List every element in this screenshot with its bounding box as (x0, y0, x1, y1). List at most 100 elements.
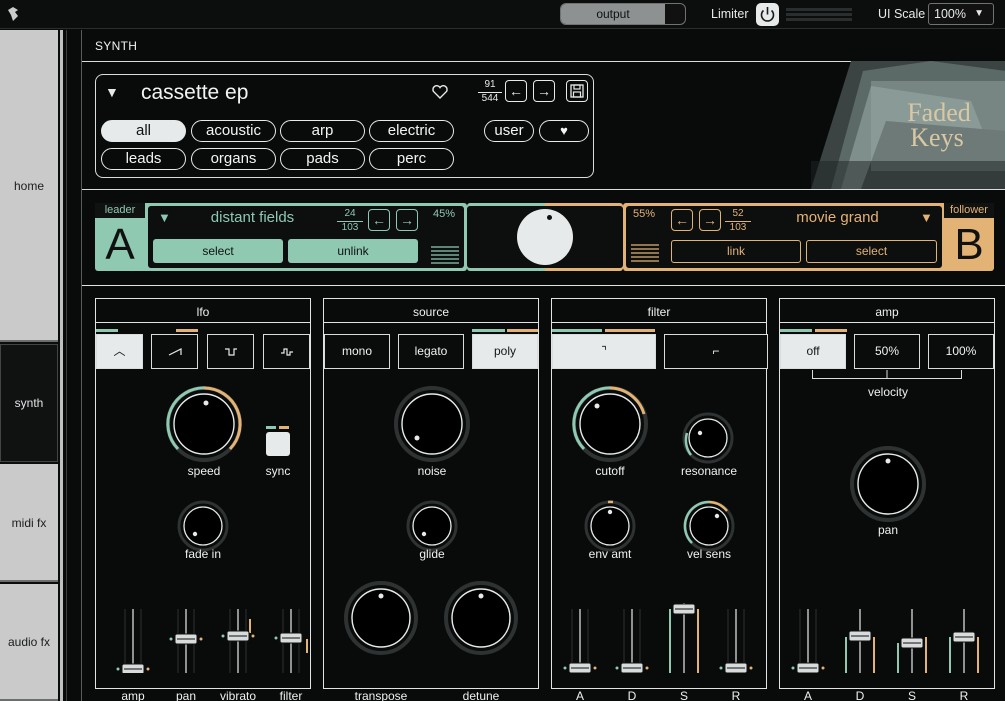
layer-b-indicator (176, 329, 198, 332)
source-legato-button[interactable]: legato (398, 334, 464, 369)
next-preset-button[interactable]: → (533, 80, 555, 102)
highpass-icon: ⌐ (712, 344, 720, 358)
lfo-shape-square-button[interactable] (207, 334, 254, 369)
category-acoustic[interactable]: acoustic (191, 120, 276, 142)
velocity-off-button[interactable]: off (780, 334, 846, 369)
lfo-pan-slider[interactable] (166, 609, 206, 673)
sync-toggle[interactable] (266, 432, 290, 456)
saw-wave-icon (168, 348, 182, 356)
detune-knob[interactable] (442, 579, 520, 657)
amp-pan-knob[interactable] (848, 444, 928, 524)
ui-scale-select[interactable]: 100% ▼ (928, 3, 994, 25)
lfo-vibrato-slider[interactable] (218, 609, 258, 673)
category-all[interactable]: all (101, 120, 186, 142)
divider (780, 322, 994, 323)
layer-a-letter: A (105, 220, 135, 269)
preset-artwork: Faded Keys (811, 61, 1005, 189)
resonance-knob[interactable] (681, 411, 735, 465)
filter-sustain-slider[interactable] (664, 603, 704, 673)
cutoff-knob[interactable] (570, 384, 650, 464)
heart-filled-icon: ♥ (560, 123, 568, 138)
heart-icon[interactable] (431, 84, 449, 100)
layer-a-counter: 24 103 (337, 208, 363, 234)
resonance-label: resonance (680, 464, 738, 478)
sync-indicators (266, 426, 290, 430)
power-icon (760, 7, 775, 22)
save-icon (570, 84, 584, 98)
amp-sustain-slider[interactable] (892, 609, 932, 673)
layer-b-next-button[interactable]: → (699, 209, 721, 231)
prev-preset-button[interactable]: ← (505, 80, 527, 102)
category-pads[interactable]: pads (280, 148, 365, 170)
limiter-meter-left (786, 8, 852, 11)
layer-a-prev-button[interactable]: ← (368, 209, 390, 231)
arrow-left-icon: ← (675, 212, 689, 228)
layer-b-preset-name[interactable]: movie grand (765, 209, 910, 226)
category-arp[interactable]: arp (280, 120, 365, 142)
layer-a-unlink-button[interactable]: unlink (288, 239, 418, 263)
layer-a-indicator (552, 329, 602, 332)
sidebar-item-midi-fx[interactable]: midi fx (0, 464, 58, 582)
preset-name[interactable]: cassette ep (141, 81, 248, 105)
velocity-label: velocity (867, 385, 908, 399)
layer-b-select-button[interactable]: select (806, 240, 937, 263)
sidebar-item-home[interactable]: home (0, 30, 58, 342)
lfo-filter-slider[interactable] (271, 609, 311, 673)
layer-a-next-button[interactable]: → (396, 209, 418, 231)
sidebar-item-synth[interactable]: synth (0, 344, 58, 462)
limiter-power-button[interactable] (756, 3, 779, 26)
amp-release-slider[interactable] (944, 609, 984, 673)
layer-b-menu-triangle-icon[interactable]: ▼ (920, 210, 933, 225)
amp-pan-label: pan (877, 523, 899, 537)
sidebar-rail (60, 30, 63, 701)
artwork-line2: Keys (910, 123, 963, 152)
amp-attack-slider[interactable] (788, 609, 828, 674)
filter-release-slider[interactable] (716, 609, 756, 674)
layer-b-prev-button[interactable]: ← (671, 209, 693, 231)
category-favorites[interactable]: ♥ (539, 120, 589, 142)
filter-decay-slider[interactable] (612, 609, 652, 674)
velocity-50-button[interactable]: 50% (854, 334, 920, 369)
preset-menu-triangle-icon[interactable]: ▼ (105, 84, 119, 100)
category-organs[interactable]: organs (191, 148, 276, 170)
layer-b-tag: follower (944, 203, 994, 218)
env-amt-knob[interactable] (583, 499, 637, 553)
divider (324, 322, 538, 323)
layer-a-preset-name[interactable]: distant fields (185, 209, 320, 226)
filter-attack-slider[interactable] (560, 609, 600, 674)
speed-knob[interactable] (164, 384, 244, 464)
lfo-shape-saw-button[interactable] (151, 334, 198, 369)
lfo-amp-slider[interactable] (113, 609, 153, 675)
source-mono-button[interactable]: mono (324, 334, 390, 369)
lowpass-filter-button[interactable]: ⌝ (552, 334, 656, 369)
main-panel: SYNTH ▼ cassette ep 91 544 ← → all acous… (81, 30, 1005, 701)
glide-label: glide (419, 547, 445, 561)
highpass-filter-button[interactable]: ⌐ (664, 334, 768, 369)
vel-sens-knob[interactable] (682, 499, 736, 553)
category-leads[interactable]: leads (101, 148, 186, 170)
category-perc[interactable]: perc (369, 148, 454, 170)
save-preset-button[interactable] (566, 80, 588, 102)
category-electric[interactable]: electric (369, 120, 454, 142)
layer-b-link-button[interactable]: link (671, 240, 801, 263)
layer-a-select-button[interactable]: select (153, 239, 283, 263)
output-toggle[interactable]: output (560, 3, 686, 25)
fade-in-knob[interactable] (176, 499, 230, 553)
ab-mix-knob[interactable] (517, 209, 573, 265)
velocity-100-button[interactable]: 100% (928, 334, 994, 369)
noise-knob[interactable] (392, 384, 472, 464)
lfo-shape-random-button[interactable] (263, 334, 310, 369)
source-poly-button[interactable]: poly (472, 334, 538, 369)
sidebar-item-audio-fx[interactable]: audio fx (0, 584, 58, 701)
category-user[interactable]: user (484, 120, 534, 142)
fade-in-label: fade in (184, 547, 222, 561)
knob-indicator (547, 215, 552, 220)
layer-a-menu-triangle-icon[interactable]: ▼ (158, 210, 171, 225)
output-label: output (561, 4, 665, 24)
transpose-knob[interactable] (342, 579, 420, 657)
amp-decay-slider[interactable] (840, 609, 880, 673)
lfo-shape-sine-button[interactable]: ︿ (96, 334, 143, 369)
glide-knob[interactable] (405, 499, 459, 553)
layer-b-indicator (605, 329, 655, 332)
arrow-left-icon: ← (509, 83, 523, 99)
